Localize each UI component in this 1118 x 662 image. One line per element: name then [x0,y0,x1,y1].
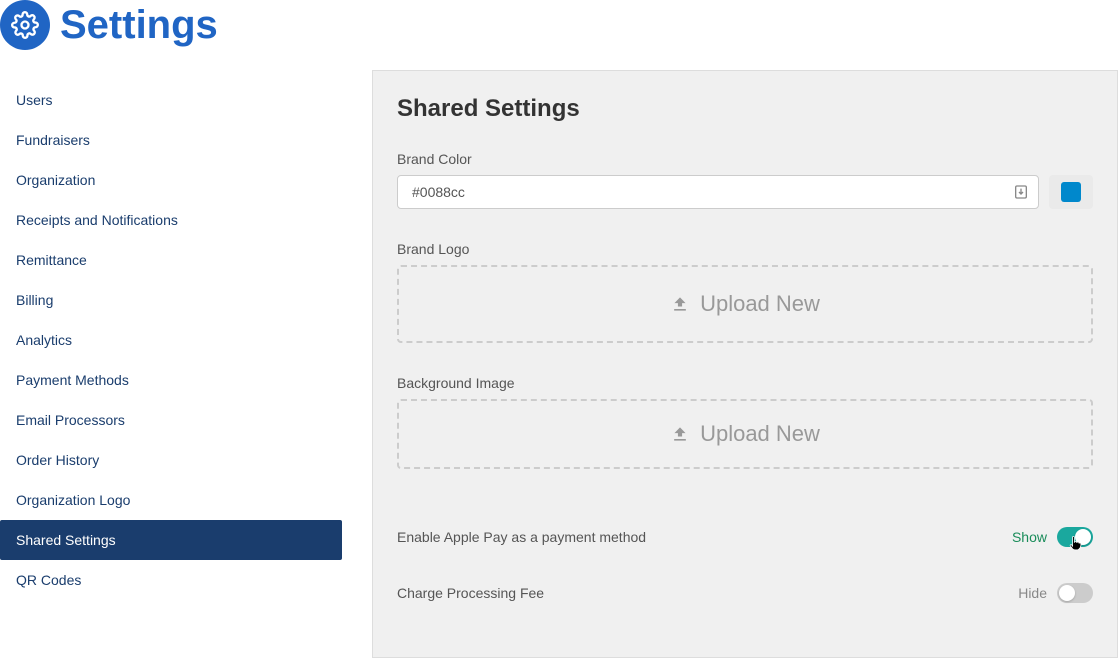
upload-icon [670,424,690,444]
sidebar-item-billing[interactable]: Billing [0,280,342,320]
background-image-label: Background Image [397,375,1093,391]
brand-logo-upload-text: Upload New [700,291,820,317]
sidebar-item-email-processors[interactable]: Email Processors [0,400,342,440]
settings-gear-icon [0,0,50,50]
background-image-dropzone[interactable]: Upload New [397,399,1093,469]
color-picker-icon[interactable] [1013,184,1029,200]
apple-pay-toggle[interactable] [1057,527,1093,547]
sidebar-item-organization[interactable]: Organization [0,160,342,200]
page-title: Settings [60,3,218,48]
brand-logo-dropzone[interactable]: Upload New [397,265,1093,343]
sidebar-item-order-history[interactable]: Order History [0,440,342,480]
main-content: Shared Settings Brand Color Bran [372,70,1118,658]
sidebar-item-users[interactable]: Users [0,80,342,120]
background-image-upload-text: Upload New [700,421,820,447]
settings-sidebar: Users Fundraisers Organization Receipts … [0,70,342,658]
sidebar-item-organization-logo[interactable]: Organization Logo [0,480,342,520]
sidebar-item-payment-methods[interactable]: Payment Methods [0,360,342,400]
brand-color-label: Brand Color [397,151,1093,167]
page-header: Settings [0,0,1118,70]
sidebar-item-fundraisers[interactable]: Fundraisers [0,120,342,160]
panel-title: Shared Settings [397,95,1093,123]
apple-pay-label: Enable Apple Pay as a payment method [397,529,646,545]
apple-pay-state-text: Show [1012,529,1047,545]
processing-fee-row: Charge Processing Fee Hide [397,577,1093,609]
brand-color-swatch-container[interactable] [1049,175,1093,209]
apple-pay-row: Enable Apple Pay as a payment method Sho… [397,521,1093,553]
background-image-field: Background Image Upload New [397,375,1093,469]
brand-color-field: Brand Color [397,151,1093,209]
processing-fee-state-text: Hide [1018,585,1047,601]
brand-color-input[interactable] [397,175,1039,209]
sidebar-item-qr-codes[interactable]: QR Codes [0,560,342,600]
brand-color-swatch [1061,182,1081,202]
upload-icon [670,294,690,314]
shared-settings-panel: Shared Settings Brand Color Bran [372,70,1118,658]
processing-fee-label: Charge Processing Fee [397,585,544,601]
sidebar-item-receipts-notifications[interactable]: Receipts and Notifications [0,200,342,240]
toggle-knob [1059,585,1075,601]
toggle-knob [1075,529,1091,545]
sidebar-item-shared-settings[interactable]: Shared Settings [0,520,342,560]
processing-fee-toggle[interactable] [1057,583,1093,603]
sidebar-item-analytics[interactable]: Analytics [0,320,342,360]
brand-logo-field: Brand Logo Upload New [397,241,1093,343]
sidebar-item-remittance[interactable]: Remittance [0,240,342,280]
brand-logo-label: Brand Logo [397,241,1093,257]
